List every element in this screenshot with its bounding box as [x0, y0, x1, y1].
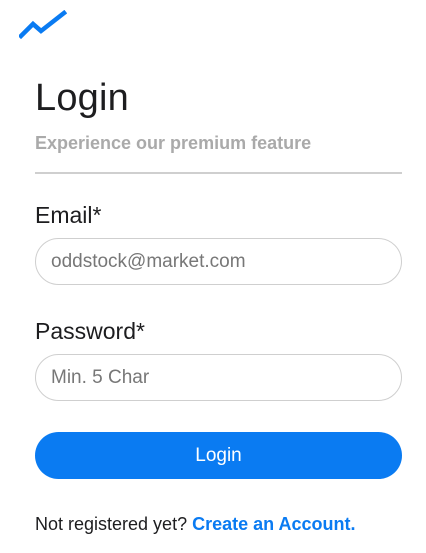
page-subtitle: Experience our premium feature	[35, 133, 312, 153]
divider	[35, 172, 402, 174]
login-page: Login Experience our premium feature Ema…	[0, 0, 426, 553]
create-account-link[interactable]: Create an Account.	[192, 514, 355, 534]
register-prompt: Not registered yet? Create an Account.	[35, 513, 402, 535]
page-title: Login	[35, 77, 129, 119]
password-field[interactable]	[35, 354, 402, 401]
login-button[interactable]: Login	[35, 432, 402, 479]
login-form: Login Experience our premium feature Ema…	[35, 74, 402, 535]
trend-line-icon[interactable]	[19, 10, 67, 40]
register-prompt-text: Not registered yet?	[35, 514, 188, 534]
email-label: Email*	[35, 202, 102, 228]
email-field[interactable]	[35, 238, 402, 285]
password-label: Password*	[35, 318, 145, 344]
